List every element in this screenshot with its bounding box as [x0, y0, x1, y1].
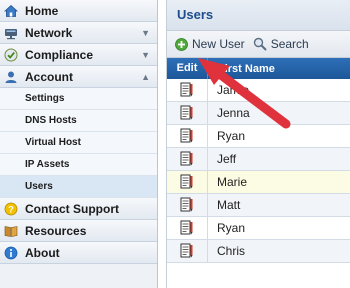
sidebar-subitem-settings[interactable]: Settings	[0, 88, 157, 110]
edit-icon[interactable]	[167, 194, 208, 216]
edit-icon[interactable]	[167, 148, 208, 170]
sidebar-item-about[interactable]: About	[0, 242, 157, 264]
page-title: Users	[167, 0, 350, 31]
table-row[interactable]: Jeff	[167, 148, 350, 171]
column-header-first-name[interactable]: First Name	[208, 63, 275, 75]
edit-icon[interactable]	[167, 171, 208, 193]
info-icon	[3, 245, 19, 261]
sidebar-item-label: Account	[25, 69, 73, 84]
first-name-cell: Ryan	[217, 221, 246, 235]
chevron-up-icon[interactable]: ▲	[141, 72, 150, 82]
sidebar-subitem-dns-hosts[interactable]: DNS Hosts	[0, 110, 157, 132]
sidebar-item-contact-support[interactable]: ? Contact Support	[0, 198, 157, 220]
toolbar: New User Search	[167, 31, 350, 58]
table-row[interactable]: Ryan	[167, 125, 350, 148]
sidebar-subitem-virtual-host[interactable]: Virtual Host	[0, 132, 157, 154]
sidebar-subitem-users[interactable]: Users	[0, 176, 157, 198]
sidebar-item-label: Compliance	[25, 47, 94, 62]
table-row[interactable]: Jamie	[167, 79, 350, 102]
edit-icon[interactable]	[167, 102, 208, 124]
sidebar-item-label: About	[25, 245, 60, 260]
users-table-body: Jamie Jenna Ryan Jeff Marie Matt Ryan Ch…	[167, 79, 350, 263]
sidebar-nav: Home Network ▼ Compliance ▼ Account ▲ Se…	[0, 0, 158, 288]
new-user-button[interactable]: New User	[175, 37, 245, 51]
sidebar-item-label: Contact Support	[25, 201, 119, 216]
chevron-down-icon[interactable]: ▼	[141, 50, 150, 60]
sidebar-item-network[interactable]: Network ▼	[0, 22, 157, 44]
chevron-down-icon[interactable]: ▼	[141, 28, 150, 38]
edit-icon[interactable]	[167, 125, 208, 147]
table-row[interactable]: Marie	[167, 171, 350, 194]
edit-icon[interactable]	[167, 240, 208, 262]
table-row[interactable]: Jenna	[167, 102, 350, 125]
sidebar-item-label: Network	[25, 25, 73, 40]
sidebar-item-home[interactable]: Home	[0, 0, 157, 22]
sidebar-item-label: Home	[25, 3, 59, 18]
column-header-edit[interactable]: Edit	[167, 58, 208, 79]
compliance-check-icon	[3, 47, 19, 63]
edit-icon[interactable]	[167, 217, 208, 239]
network-icon	[3, 25, 19, 41]
svg-text:?: ?	[8, 204, 14, 214]
table-row[interactable]: Chris	[167, 240, 350, 263]
first-name-cell: Chris	[217, 244, 246, 258]
home-icon	[3, 3, 19, 19]
first-name-cell: Matt	[217, 198, 241, 212]
user-icon	[3, 69, 19, 85]
table-row[interactable]: Matt	[167, 194, 350, 217]
search-icon	[253, 37, 267, 51]
table-row[interactable]: Ryan	[167, 217, 350, 240]
sidebar-item-label: Resources	[25, 223, 87, 238]
sidebar-item-account[interactable]: Account ▲	[0, 66, 157, 88]
first-name-cell: Ryan	[217, 129, 246, 143]
search-button[interactable]: Search	[253, 37, 309, 51]
first-name-cell: Jamie	[217, 83, 250, 97]
sidebar-subitem-ip-assets[interactable]: IP Assets	[0, 154, 157, 176]
first-name-cell: Jeff	[217, 152, 237, 166]
sidebar-item-compliance[interactable]: Compliance ▼	[0, 44, 157, 66]
book-icon	[3, 223, 19, 239]
users-table-header: Edit First Name	[167, 58, 350, 79]
first-name-cell: Jenna	[217, 106, 250, 120]
new-user-label: New User	[192, 37, 245, 51]
sidebar-item-resources[interactable]: Resources	[0, 220, 157, 242]
search-label: Search	[270, 37, 309, 51]
edit-icon[interactable]	[167, 79, 208, 101]
add-icon	[175, 37, 188, 51]
support-help-icon: ?	[3, 201, 19, 217]
first-name-cell: Marie	[217, 175, 248, 189]
users-panel: Users New User Search Edit First Name Ja…	[166, 0, 350, 288]
